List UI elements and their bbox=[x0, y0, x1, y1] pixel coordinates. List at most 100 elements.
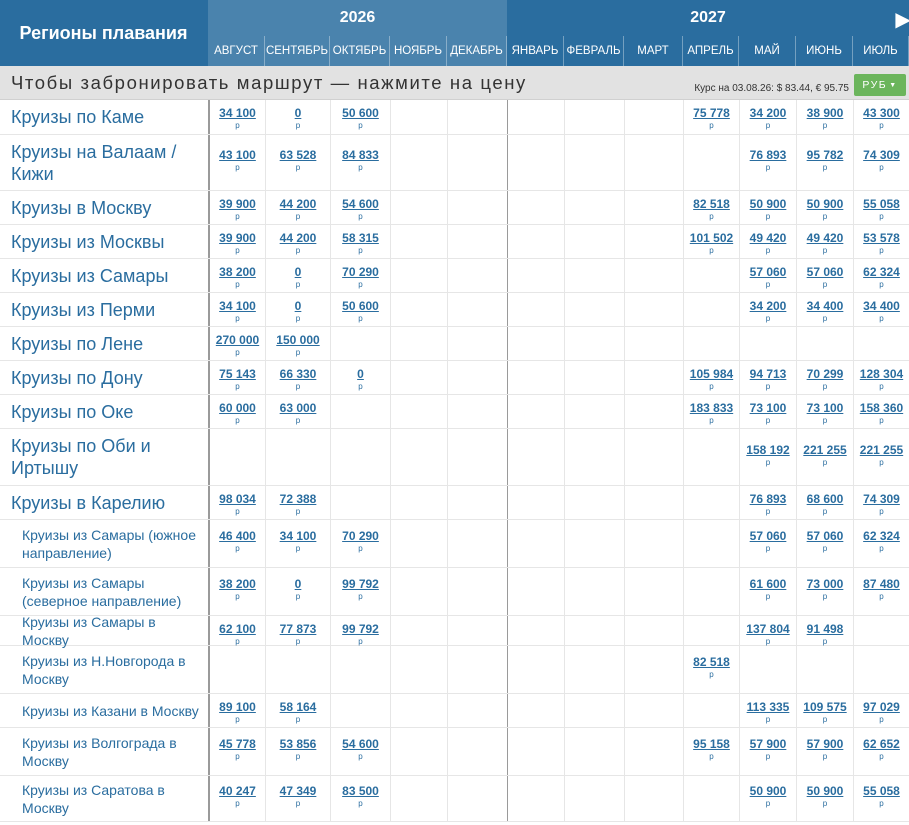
price-value[interactable]: 99 792 bbox=[331, 577, 390, 591]
price-link[interactable]: 221 255 р bbox=[797, 443, 853, 468]
price-value[interactable]: 113 335 bbox=[740, 700, 796, 714]
price-link[interactable]: 99 792 р bbox=[331, 622, 390, 647]
price-link[interactable]: 98 034 р bbox=[210, 492, 265, 517]
price-link[interactable]: 57 900 р bbox=[797, 737, 853, 762]
price-value[interactable]: 49 420 bbox=[797, 231, 853, 245]
price-link[interactable]: 44 200 р bbox=[266, 231, 330, 256]
price-link[interactable]: 53 578 р bbox=[854, 231, 909, 256]
price-value[interactable]: 128 304 bbox=[854, 367, 909, 381]
price-value[interactable]: 60 000 bbox=[210, 401, 265, 415]
price-value[interactable]: 75 778 bbox=[684, 106, 739, 120]
price-link[interactable]: 63 000 р bbox=[266, 401, 330, 426]
price-value[interactable]: 62 652 bbox=[854, 737, 909, 751]
price-value[interactable]: 72 388 bbox=[266, 492, 330, 506]
price-value[interactable]: 44 200 bbox=[266, 197, 330, 211]
price-value[interactable]: 38 900 bbox=[797, 106, 853, 120]
price-value[interactable]: 63 000 bbox=[266, 401, 330, 415]
price-value[interactable]: 89 100 bbox=[210, 700, 265, 714]
price-link[interactable]: 83 500 р bbox=[331, 784, 390, 809]
price-value[interactable]: 74 309 bbox=[854, 148, 909, 162]
price-link[interactable]: 87 480 р bbox=[854, 577, 909, 602]
region-link[interactable]: Круизы по Лене bbox=[0, 327, 207, 360]
price-value[interactable]: 0 bbox=[266, 106, 330, 120]
price-value[interactable]: 34 200 bbox=[740, 299, 796, 313]
price-link[interactable]: 95 158 р bbox=[684, 737, 739, 762]
region-link[interactable]: Круизы по Оби и Иртышу bbox=[0, 429, 207, 485]
price-link[interactable]: 109 575 р bbox=[797, 700, 853, 725]
price-value[interactable]: 0 bbox=[331, 367, 390, 381]
price-value[interactable]: 55 058 bbox=[854, 784, 909, 798]
price-link[interactable]: 39 900 р bbox=[210, 197, 265, 222]
price-value[interactable]: 0 bbox=[266, 299, 330, 313]
price-value[interactable]: 55 058 bbox=[854, 197, 909, 211]
price-link[interactable]: 62 652 р bbox=[854, 737, 909, 762]
price-value[interactable]: 82 518 bbox=[684, 655, 739, 669]
price-link[interactable]: 66 330 р bbox=[266, 367, 330, 392]
price-link[interactable]: 99 792 р bbox=[331, 577, 390, 602]
price-link[interactable]: 62 324 р bbox=[854, 265, 909, 290]
price-link[interactable]: 62 324 р bbox=[854, 529, 909, 554]
price-value[interactable]: 57 900 bbox=[740, 737, 796, 751]
price-value[interactable]: 158 192 bbox=[740, 443, 796, 457]
price-value[interactable]: 137 804 bbox=[740, 622, 796, 636]
price-value[interactable]: 62 100 bbox=[210, 622, 265, 636]
price-link[interactable]: 63 528 р bbox=[266, 148, 330, 173]
price-link[interactable]: 73 000 р bbox=[797, 577, 853, 602]
price-link[interactable]: 270 000 р bbox=[210, 333, 265, 358]
price-link[interactable]: 74 309 р bbox=[854, 148, 909, 173]
price-link[interactable]: 75 143 р bbox=[210, 367, 265, 392]
price-value[interactable]: 62 324 bbox=[854, 265, 909, 279]
price-link[interactable]: 57 900 р bbox=[740, 737, 796, 762]
price-link[interactable]: 53 856 р bbox=[266, 737, 330, 762]
price-link[interactable]: 50 600 р bbox=[331, 106, 390, 131]
price-value[interactable]: 101 502 bbox=[684, 231, 739, 245]
price-value[interactable]: 47 349 bbox=[266, 784, 330, 798]
price-link[interactable]: 57 060 р bbox=[797, 529, 853, 554]
price-link[interactable]: 97 029 р bbox=[854, 700, 909, 725]
price-value[interactable]: 150 000 bbox=[266, 333, 330, 347]
price-value[interactable]: 38 200 bbox=[210, 265, 265, 279]
price-value[interactable]: 58 315 bbox=[331, 231, 390, 245]
price-value[interactable]: 68 600 bbox=[797, 492, 853, 506]
price-value[interactable]: 43 100 bbox=[210, 148, 265, 162]
region-link[interactable]: Круизы из Самары в Москву bbox=[0, 614, 207, 648]
price-link[interactable]: 0р bbox=[266, 106, 330, 131]
price-value[interactable]: 43 300 bbox=[854, 106, 909, 120]
price-link[interactable]: 137 804 р bbox=[740, 622, 796, 647]
region-link[interactable]: Круизы на Валаам / Кижи bbox=[0, 135, 207, 190]
currency-select-button[interactable]: РУБ ▼ bbox=[854, 74, 906, 96]
price-link[interactable]: 49 420 р bbox=[740, 231, 796, 256]
price-link[interactable]: 68 600 р bbox=[797, 492, 853, 517]
price-link[interactable]: 34 400 р bbox=[854, 299, 909, 324]
region-link[interactable]: Круизы в Карелию bbox=[0, 486, 207, 519]
price-link[interactable]: 50 900 р bbox=[740, 197, 796, 222]
price-link[interactable]: 38 200 р bbox=[210, 265, 265, 290]
price-link[interactable]: 54 600 р bbox=[331, 737, 390, 762]
price-link[interactable]: 38 200 р bbox=[210, 577, 265, 602]
price-value[interactable]: 34 100 bbox=[266, 529, 330, 543]
price-value[interactable]: 39 900 bbox=[210, 231, 265, 245]
price-link[interactable]: 57 060 р bbox=[740, 529, 796, 554]
price-value[interactable]: 38 200 bbox=[210, 577, 265, 591]
price-value[interactable]: 54 600 bbox=[331, 197, 390, 211]
price-value[interactable]: 91 498 bbox=[797, 622, 853, 636]
price-link[interactable]: 76 893 р bbox=[740, 492, 796, 517]
price-value[interactable]: 40 247 bbox=[210, 784, 265, 798]
price-link[interactable]: 70 299 р bbox=[797, 367, 853, 392]
price-link[interactable]: 61 600 р bbox=[740, 577, 796, 602]
region-link[interactable]: Круизы из Самары bbox=[0, 259, 207, 292]
price-value[interactable]: 95 782 bbox=[797, 148, 853, 162]
price-link[interactable]: 70 290 р bbox=[331, 265, 390, 290]
price-link[interactable]: 34 200 р bbox=[740, 106, 796, 131]
price-value[interactable]: 87 480 bbox=[854, 577, 909, 591]
price-value[interactable]: 221 255 bbox=[797, 443, 853, 457]
price-link[interactable]: 221 255 р bbox=[854, 443, 909, 468]
price-link[interactable]: 72 388 р bbox=[266, 492, 330, 517]
price-value[interactable]: 98 034 bbox=[210, 492, 265, 506]
price-link[interactable]: 89 100 р bbox=[210, 700, 265, 725]
price-value[interactable]: 95 158 bbox=[684, 737, 739, 751]
price-link[interactable]: 58 315 р bbox=[331, 231, 390, 256]
price-value[interactable]: 61 600 bbox=[740, 577, 796, 591]
price-link[interactable]: 82 518 р bbox=[684, 655, 739, 680]
price-link[interactable]: 62 100 р bbox=[210, 622, 265, 647]
